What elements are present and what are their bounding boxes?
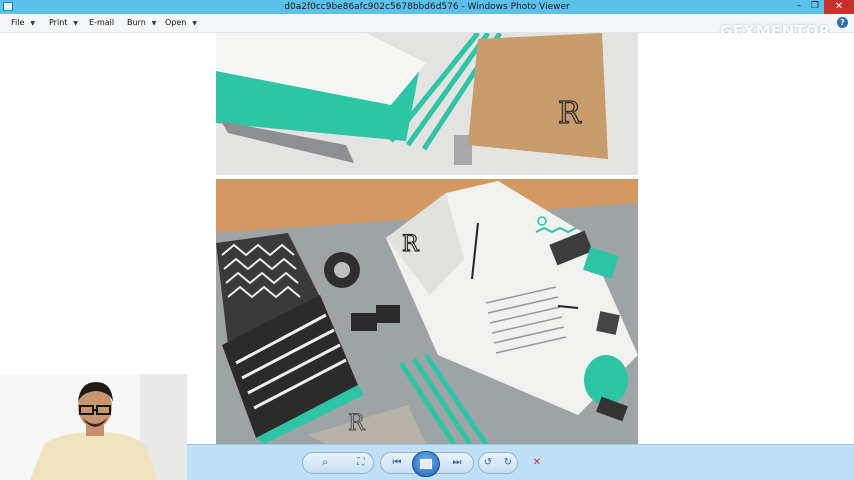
open-menu[interactable]: Open ▼	[165, 14, 197, 32]
burn-menu[interactable]: Burn ▼	[127, 14, 156, 32]
file-menu-label: File	[11, 18, 25, 27]
svg-text:R: R	[402, 232, 420, 257]
rotate-clockwise-icon[interactable]: ↻	[499, 455, 517, 471]
print-menu-label: Print	[49, 18, 68, 27]
svg-text:R: R	[348, 411, 366, 436]
print-menu[interactable]: Print ▼	[49, 14, 78, 32]
maximize-button[interactable]: ❐	[808, 0, 822, 14]
svg-text:R: R	[558, 96, 582, 131]
email-menu[interactable]: E-mail	[89, 14, 114, 32]
chevron-down-icon: ▼	[151, 20, 157, 27]
chevron-down-icon: ▼	[73, 20, 79, 27]
zoom-icon[interactable]: ⌕	[316, 455, 334, 471]
file-menu[interactable]: File ▼	[11, 14, 35, 32]
slideshow-icon	[420, 459, 432, 469]
email-menu-label: E-mail	[89, 18, 115, 27]
displayed-photo[interactable]: R R R	[216, 33, 638, 444]
help-icon[interactable]: ?	[837, 17, 848, 28]
slideshow-button[interactable]	[412, 451, 440, 477]
bottom-controls-bar	[187, 444, 854, 480]
minimize-button[interactable]: –	[792, 0, 806, 14]
presenter-video-frame	[0, 374, 187, 480]
chevron-down-icon: ▼	[192, 20, 197, 27]
chevron-down-icon: ▼	[30, 20, 36, 27]
open-menu-label: Open	[165, 18, 187, 27]
title-bar: d0a2f0cc9be86afc902c5678bbd6d576 - Windo…	[0, 0, 854, 14]
actual-size-icon[interactable]: ⛶	[352, 455, 370, 471]
delete-icon[interactable]: ✕	[528, 455, 546, 471]
presenter-webcam-overlay	[0, 374, 187, 480]
stationery-mockup-image: R R R	[216, 33, 638, 444]
previous-icon[interactable]: ⏮	[388, 455, 406, 471]
window-title: d0a2f0cc9be86afc902c5678bbd6d576 - Windo…	[284, 2, 570, 12]
next-icon[interactable]: ⏭	[448, 455, 466, 471]
rotate-counterclockwise-icon[interactable]: ↺	[479, 455, 497, 471]
close-window-button[interactable]: ✕	[824, 0, 854, 14]
burn-menu-label: Burn	[127, 18, 146, 27]
